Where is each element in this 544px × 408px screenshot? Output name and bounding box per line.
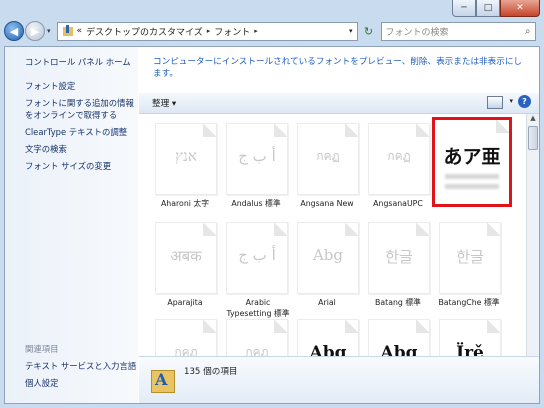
search-input[interactable]: フォントの検索 ⌕ (380, 21, 536, 41)
minimize-button[interactable]: ─ (452, 0, 476, 17)
vertical-scrollbar[interactable]: ▲ (526, 114, 539, 362)
breadcrumb-customize[interactable]: デスクトップのカスタマイズ (86, 25, 203, 38)
related-header: 関連項目 (25, 344, 59, 354)
font-preview-glyphs: กคฏ (316, 149, 340, 163)
font-preview-glyphs: 한글 (385, 248, 413, 266)
sidebar: コントロール パネル ホーム フォント設定 フォントに関する追加の情報 をオンラ… (5, 47, 138, 403)
font-preview-thumbnail[interactable]: 한글 (368, 222, 430, 294)
address-bar[interactable]: « デスクトップのカスタマイズ ▸ フォント ▸ ▾ (56, 21, 358, 41)
font-name-label: Arabic Typesetting 標準 (226, 298, 290, 318)
forward-button[interactable]: ▶ (25, 21, 45, 41)
font-grid: אנץ Aharoni 太字 أ ب ج Andalus 標準 กคฏ Angsana N… (139, 114, 526, 362)
search-placeholder: フォントの検索 (385, 27, 449, 38)
font-preview-thumbnail[interactable]: अबक (155, 222, 217, 294)
font-preview-glyphs: あア亜 (443, 146, 501, 168)
font-name-label: Aparajita (167, 298, 203, 307)
fonts-folder-large-icon (151, 367, 175, 393)
client-area: コントロール パネル ホーム フォント設定 フォントに関する追加の情報 をオンラ… (4, 46, 540, 404)
caption-buttons: ─ □ ✕ (452, 0, 540, 18)
navigation-bar: ◀ ▶ ▾ « デスクトップのカスタマイズ ▸ フォント ▸ ▾ ↻ フォントの… (4, 19, 540, 43)
font-preview-thumbnail[interactable]: אנץ (155, 123, 217, 195)
sidebar-font-size[interactable]: フォント サイズの変更 (25, 160, 111, 172)
details-pane: 135 個の項目 (139, 356, 539, 403)
font-preview-thumbnail[interactable]: أ ب ج (226, 222, 288, 294)
font-preview-thumbnail[interactable]: กคฏ (368, 123, 430, 195)
blurred-font-name (445, 184, 499, 189)
organize-button[interactable]: 整理 ▾ (152, 97, 176, 109)
view-dropdown-icon[interactable]: ▾ (509, 97, 513, 105)
sidebar-text-services[interactable]: テキスト サービスと入力言語 (25, 360, 136, 372)
font-preview-glyphs: أ ب ج (238, 147, 276, 165)
page-description: コンピューターにインストールされているフォントをプレビュー、削除、表示または非表… (153, 57, 523, 79)
scrollbar-thumb[interactable] (528, 126, 538, 150)
font-preview-thumbnail[interactable]: Abg (297, 222, 359, 294)
font-preview-thumbnail[interactable]: あア亜 (432, 117, 512, 207)
recent-pages-dropdown[interactable]: ▾ (47, 27, 51, 35)
breadcrumb-fonts[interactable]: フォント (214, 25, 250, 38)
close-button[interactable]: ✕ (500, 0, 540, 17)
sidebar-online-info-line2[interactable]: をオンラインで取得する (25, 109, 117, 121)
font-preview-glyphs: אנץ (175, 147, 197, 165)
sidebar-control-panel-home[interactable]: コントロール パネル ホーム (25, 56, 131, 68)
address-dropdown-icon[interactable]: ▾ (349, 27, 353, 35)
font-preview-glyphs: กคฏ (387, 149, 411, 163)
blurred-font-name (445, 174, 499, 179)
sidebar-cleartype[interactable]: ClearType テキストの調整 (25, 126, 127, 138)
main-pane: コンピューターにインストールされているフォントをプレビュー、削除、表示または非表… (139, 47, 539, 403)
chevron-right-icon[interactable]: ▸ (254, 27, 258, 35)
breadcrumb-overflow[interactable]: « (77, 26, 83, 36)
chevron-right-icon[interactable]: ▸ (207, 27, 211, 35)
back-button[interactable]: ◀ (4, 21, 24, 41)
font-preview-thumbnail[interactable]: 한글 (439, 222, 501, 294)
sidebar-find-character[interactable]: 文字の検索 (25, 143, 67, 155)
fonts-window: ─ □ ✕ ◀ ▶ ▾ « デスクトップのカスタマイズ ▸ フォント ▸ ▾ ↻… (0, 0, 544, 408)
fonts-folder-icon (62, 25, 74, 37)
font-preview-glyphs: أ ب ج (238, 246, 276, 264)
font-name-label: BatangChe 標準 (438, 298, 500, 307)
help-icon[interactable]: ? (518, 95, 531, 108)
font-preview-thumbnail[interactable]: กคฏ (297, 123, 359, 195)
refresh-button[interactable]: ↻ (360, 22, 378, 41)
scroll-up-icon[interactable]: ▲ (527, 114, 539, 126)
font-preview-glyphs: अबक (170, 247, 202, 265)
sidebar-font-settings[interactable]: フォント設定 (25, 80, 75, 92)
font-preview-glyphs: Abg (312, 246, 344, 264)
font-preview-thumbnail[interactable]: أ ب ج (226, 123, 288, 195)
view-icon[interactable] (487, 96, 503, 109)
sidebar-online-info-line1[interactable]: フォントに関する追加の情報 (25, 97, 134, 109)
maximize-button[interactable]: □ (476, 0, 500, 17)
search-icon[interactable]: ⌕ (525, 26, 531, 37)
sidebar-personalize[interactable]: 個人設定 (25, 377, 59, 389)
command-bar: 整理 ▾ ▾ ? (139, 93, 539, 114)
item-count: 135 個の項目 (184, 367, 238, 377)
font-name-label: AngsanaUPC (373, 199, 423, 208)
font-preview-glyphs: 한글 (456, 248, 484, 266)
